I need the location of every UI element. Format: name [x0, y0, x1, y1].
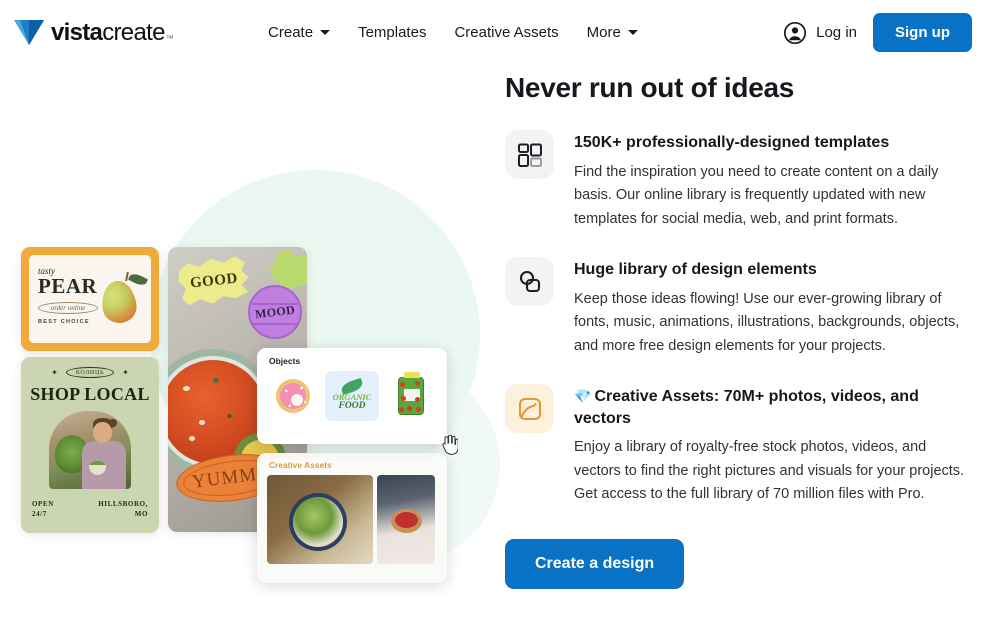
shop-badge-label: КОЛИЦЬ	[65, 367, 115, 378]
asset-thumb-salad[interactable]	[267, 475, 373, 564]
creative-assets-panel[interactable]: Creative Assets	[257, 453, 447, 583]
nav-item-more[interactable]: More	[573, 16, 652, 49]
feature-title-text: Creative Assets: 70M+ photos, videos, an…	[574, 388, 919, 427]
sparkle-icon: ✦	[122, 368, 129, 377]
pear-order-badge: order online	[38, 302, 98, 314]
pear-card-inner: tasty PEAR order online BEST CHOICE	[29, 255, 151, 343]
nav-item-create[interactable]: Create	[254, 16, 344, 49]
logo-text-regular: create	[102, 18, 165, 46]
shapes-elements-icon	[519, 270, 540, 292]
feature-title: 💎 Creative Assets: 70M+ photos, videos, a…	[574, 386, 975, 429]
donut-icon	[276, 379, 310, 413]
sticker-good-label: GOOD	[189, 270, 239, 291]
image-photo-icon	[518, 397, 541, 420]
vistacreate-logo-icon	[14, 20, 44, 45]
chevron-down-icon	[627, 30, 638, 35]
objects-row: ORGANIC FOOD	[257, 366, 458, 455]
nav-item-templates[interactable]: Templates	[344, 16, 440, 49]
logo-wordmark: vista create ™	[51, 18, 174, 47]
main-navigation: Create Templates Creative Assets More	[254, 16, 652, 49]
feature-body: Huge library of design elements Keep tho…	[574, 257, 975, 358]
object-item-organic-food[interactable]: ORGANIC FOOD	[325, 371, 458, 455]
feature-icon-wrapper	[505, 257, 554, 307]
jar-icon	[398, 372, 424, 415]
shop-open-hours: OPEN 24/7	[32, 500, 54, 519]
pear-card-text: tasty PEAR order online BEST CHOICE	[29, 255, 98, 343]
pear-best-choice: BEST CHOICE	[38, 319, 90, 325]
site-header: vista create ™ Create Templates Creative A…	[0, 0, 988, 65]
feature-design-elements: Huge library of design elements Keep tho…	[505, 257, 975, 358]
organic-food-icon: ORGANIC FOOD	[333, 377, 371, 411]
templates-grid-icon	[517, 143, 542, 167]
shop-card-title: SHOP LOCAL	[30, 384, 150, 404]
feature-icon-wrapper	[505, 384, 554, 434]
template-card-shop-local[interactable]: ✦ КОЛИЦЬ ✦ SHOP LOCAL OPEN 24/7 HILLSBOR…	[21, 357, 159, 533]
person-head-shape	[93, 422, 112, 443]
hero-illustration: tasty PEAR order online BEST CHOICE ✦ КО…	[0, 65, 500, 625]
object-item-pickle-jar[interactable]	[384, 371, 438, 421]
tart-shape	[391, 509, 422, 533]
login-button[interactable]: Log in	[783, 21, 857, 45]
soup-garnish	[199, 420, 205, 425]
feature-body: 150K+ professionally-designed templates …	[574, 130, 975, 231]
object-item-donut[interactable]	[266, 371, 320, 421]
feature-text: Find the inspiration you need to create …	[574, 163, 939, 227]
salad-bowl-shape	[289, 493, 347, 551]
nav-item-creative-assets[interactable]: Creative Assets	[440, 16, 572, 49]
shop-card-badge-row: ✦ КОЛИЦЬ ✦	[21, 367, 159, 378]
creative-assets-panel-label: Creative Assets	[269, 461, 332, 470]
objects-panel[interactable]: Objects ORGANIC FOOD	[257, 348, 458, 455]
salad-contents-shape	[293, 497, 343, 547]
feature-icon-wrapper	[505, 130, 554, 179]
soup-garnish	[183, 386, 190, 391]
nav-label-templates: Templates	[358, 24, 427, 41]
jar-lid-shape	[404, 372, 420, 378]
gem-diamond-icon: 💎	[574, 388, 592, 405]
asset-thumb-tart[interactable]	[377, 475, 435, 564]
soup-garnish	[213, 378, 219, 383]
pear-fruit-shape	[99, 279, 139, 325]
nav-label-create: Create	[268, 24, 314, 41]
header-actions: Log in Sign up	[783, 0, 972, 65]
page-title: Never run out of ideas	[505, 72, 795, 103]
create-a-design-button[interactable]: Create a design	[505, 538, 685, 589]
feature-body: 💎 Creative Assets: 70M+ photos, videos, a…	[574, 384, 975, 507]
tart-filling-shape	[395, 512, 418, 528]
logo-text-bold: vista	[51, 18, 103, 46]
pear-title: PEAR	[38, 274, 98, 298]
pear-photo	[98, 255, 151, 343]
logo-trademark: ™	[165, 33, 174, 43]
shop-card-photo	[49, 411, 131, 489]
sparkle-icon: ✦	[51, 368, 58, 377]
shop-card-footer: OPEN 24/7 HILLSBORO, MO	[21, 489, 159, 519]
mood-line-bottom	[252, 323, 298, 325]
feature-templates: 150K+ professionally-designed templates …	[505, 130, 975, 231]
objects-panel-label: Objects	[269, 356, 301, 366]
shop-location: HILLSBORO, MO	[98, 500, 148, 519]
user-account-icon	[784, 21, 807, 44]
sticker-mood: MOOD	[248, 285, 302, 339]
template-card-pear[interactable]: tasty PEAR order online BEST CHOICE	[21, 247, 159, 351]
soup-garnish	[189, 436, 195, 441]
organic-line2: FOOD	[338, 400, 366, 411]
pear-leaf-shape	[127, 271, 149, 288]
login-label: Log in	[816, 24, 857, 41]
feature-creative-assets: 💎 Creative Assets: 70M+ photos, videos, a…	[505, 384, 975, 507]
signup-button[interactable]: Sign up	[873, 13, 972, 52]
hero-content: Never run out of ideas 150K+ professiona…	[505, 72, 975, 589]
feature-text: Enjoy a library of royalty-free stock ph…	[574, 439, 965, 503]
feature-text: Keep those ideas flowing! Use our ever-g…	[574, 290, 960, 354]
soup-garnish	[227, 414, 232, 418]
chevron-down-icon	[320, 30, 331, 35]
feature-title: 150K+ professionally-designed templates	[574, 134, 890, 151]
creative-assets-row	[257, 470, 447, 564]
landing-page: vista create ™ Create Templates Creative A…	[0, 0, 988, 625]
nav-label-creative-assets: Creative Assets	[454, 24, 559, 41]
sticker-good: GOOD	[174, 252, 254, 310]
feature-title: Huge library of design elements	[574, 261, 817, 279]
nav-label-more: More	[586, 24, 621, 41]
vistacreate-logo[interactable]: vista create ™	[14, 18, 174, 47]
hand-pointer-cursor	[442, 435, 458, 455]
sticker-mood-label: MOOD	[254, 302, 296, 321]
